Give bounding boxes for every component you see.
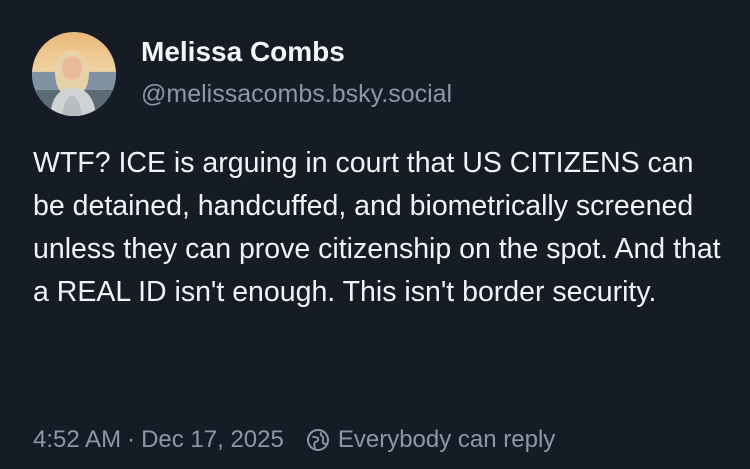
- meta-separator: ·: [127, 426, 136, 453]
- globe-icon: [306, 428, 330, 452]
- post-meta: 4:52 AM · Dec 17, 2025 Everybody can rep…: [33, 426, 555, 454]
- post-time[interactable]: 4:52 AM: [33, 426, 121, 454]
- reply-setting[interactable]: Everybody can reply: [338, 426, 555, 454]
- avatar-photo: [32, 32, 116, 116]
- author-name[interactable]: Melissa Combs: [141, 36, 345, 68]
- avatar[interactable]: [32, 32, 116, 116]
- author-handle[interactable]: @melissacombs.bsky.social: [141, 80, 452, 109]
- post-card: Melissa Combs @melissacombs.bsky.social …: [0, 0, 750, 469]
- post-text: WTF? ICE is arguing in court that US CIT…: [33, 147, 721, 308]
- post-date[interactable]: Dec 17, 2025: [141, 426, 284, 454]
